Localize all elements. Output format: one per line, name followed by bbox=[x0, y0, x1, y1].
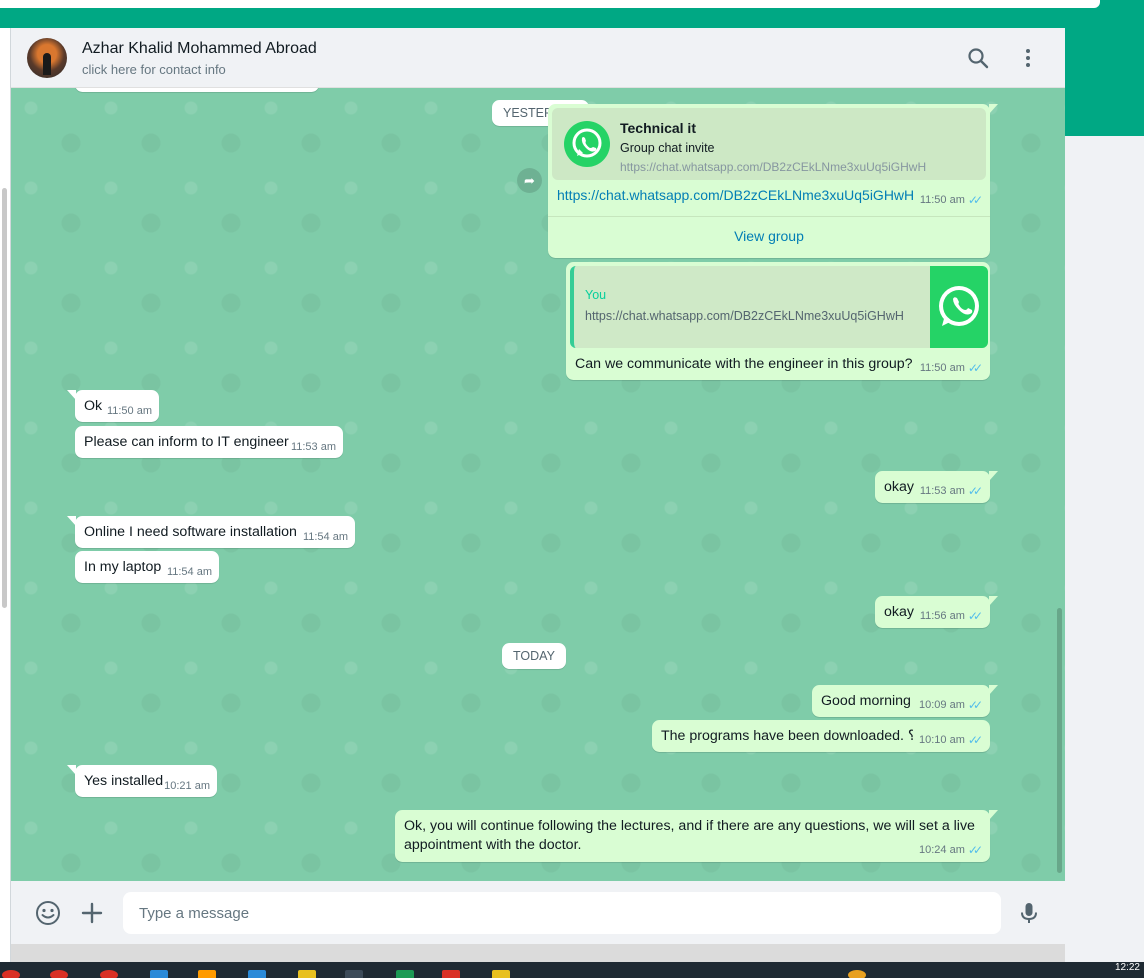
message-text: Ok bbox=[84, 398, 103, 414]
read-ticks-icon: ✓✓ bbox=[967, 698, 983, 712]
taskbar-app-icon[interactable] bbox=[248, 970, 266, 978]
message-text: Online I need software installation bbox=[84, 524, 297, 540]
taskbar-app-icon[interactable] bbox=[50, 970, 68, 978]
quoted-thumbnail bbox=[930, 266, 988, 348]
taskbar-app-icon[interactable] bbox=[848, 970, 866, 978]
read-ticks-icon: ✓✓ bbox=[967, 843, 983, 857]
contact-info-hint[interactable]: click here for contact info bbox=[82, 62, 226, 77]
message-text: Yes installed bbox=[84, 773, 164, 789]
reply-message[interactable]: You https://chat.whatsapp.com/DB2zCEkLNm… bbox=[566, 262, 990, 380]
taskbar-app-icon[interactable] bbox=[396, 970, 414, 978]
taskbar-clock[interactable]: 12:22 bbox=[1115, 962, 1140, 973]
emoji-icon[interactable] bbox=[35, 900, 61, 926]
message-meta: 10:09 am ✓✓ bbox=[919, 698, 983, 712]
taskbar-app-icon[interactable] bbox=[198, 970, 216, 978]
message-bubble[interactable]: Online I need software installation 11:5… bbox=[67, 516, 355, 548]
quoted-message[interactable]: You https://chat.whatsapp.com/DB2zCEkLNm… bbox=[570, 266, 988, 348]
invite-preview-card[interactable]: Technical it Group chat invite https://c… bbox=[552, 108, 986, 180]
message-bubble[interactable]: okay 11:53 am ✓✓ bbox=[875, 471, 998, 503]
taskbar-app-icon[interactable] bbox=[2, 970, 20, 978]
message-time: 11:50 am bbox=[919, 194, 965, 206]
right-accent-band bbox=[1065, 28, 1144, 136]
message-time: 11:54 am bbox=[166, 566, 212, 578]
message-text: In my laptop bbox=[84, 559, 162, 575]
message-time: 10:24 am bbox=[919, 844, 965, 856]
sidebar-scrollbar[interactable] bbox=[2, 188, 7, 608]
message-bubble[interactable]: okay 11:56 am ✓✓ bbox=[875, 596, 998, 628]
message-list[interactable]: YESTERDAY ➦ Technical it Group chat invi… bbox=[11, 88, 1065, 881]
taskbar-app-icon[interactable] bbox=[150, 970, 168, 978]
message-text: The programs have been downloaded. ؟ bbox=[661, 728, 913, 744]
read-ticks-icon: ✓✓ bbox=[967, 361, 983, 375]
avatar[interactable] bbox=[27, 38, 67, 78]
message-meta: 11:50 am ✓✓ bbox=[920, 193, 983, 207]
message-bubble[interactable]: The programs have been downloaded. ؟ 10:… bbox=[652, 720, 990, 752]
search-icon[interactable] bbox=[966, 46, 990, 70]
message-bubble[interactable]: Ok 11:50 am bbox=[67, 390, 159, 422]
message-time: 11:53 am bbox=[919, 485, 965, 497]
message-time: 11:56 am bbox=[919, 610, 965, 622]
message-text: okay bbox=[884, 604, 914, 620]
microphone-icon[interactable] bbox=[1016, 900, 1042, 926]
invite-subtitle: Group chat invite bbox=[620, 141, 715, 155]
taskbar-app-icon[interactable] bbox=[100, 970, 118, 978]
message-bubble[interactable]: In my laptop 11:54 am bbox=[75, 551, 219, 583]
message-bubble[interactable]: Please can inform to IT engineer 11:53 a… bbox=[75, 426, 343, 458]
message-meta: 10:10 am ✓✓ bbox=[919, 733, 983, 747]
browser-strip bbox=[0, 0, 1100, 8]
os-taskbar: 12:22 bbox=[0, 962, 1144, 978]
whatsapp-logo-icon bbox=[564, 121, 610, 167]
message-time: 10:10 am bbox=[919, 734, 965, 746]
composer-bar bbox=[11, 881, 1065, 944]
read-ticks-icon: ✓✓ bbox=[967, 193, 983, 207]
message-meta: 10:24 am ✓✓ bbox=[919, 843, 983, 857]
chat-scrollbar[interactable] bbox=[1057, 608, 1062, 873]
conversation-header[interactable]: Azhar Khalid Mohammed Abroad click here … bbox=[11, 28, 1065, 88]
message-time: 11:53 am bbox=[290, 441, 336, 453]
group-invite-message[interactable]: Technical it Group chat invite https://c… bbox=[548, 104, 998, 258]
message-text: Please can inform to IT engineer bbox=[84, 434, 289, 450]
message-text-line2: appointment with the doctor. bbox=[404, 837, 582, 853]
quoted-author: You bbox=[585, 288, 607, 302]
message-time: 11:54 am bbox=[302, 531, 348, 543]
message-time: 10:09 am bbox=[919, 699, 965, 711]
taskbar-app-icon[interactable] bbox=[298, 970, 316, 978]
taskbar-app-icon[interactable] bbox=[345, 970, 363, 978]
contact-name[interactable]: Azhar Khalid Mohammed Abroad bbox=[82, 40, 317, 58]
message-input-box[interactable] bbox=[123, 892, 1001, 934]
read-ticks-icon: ✓✓ bbox=[967, 484, 983, 498]
top-accent-band bbox=[0, 0, 1144, 28]
message-text: Good morning bbox=[821, 693, 911, 709]
message-time: 10:21 am bbox=[164, 780, 210, 792]
read-ticks-icon: ✓✓ bbox=[967, 609, 983, 623]
taskbar-app-icon[interactable] bbox=[492, 970, 510, 978]
message-meta: 11:50 am ✓✓ bbox=[920, 361, 983, 375]
message-bubble-partial bbox=[75, 88, 319, 92]
menu-icon[interactable] bbox=[1016, 46, 1040, 70]
message-bubble[interactable]: Good morning 10:09 am ✓✓ bbox=[812, 685, 998, 717]
message-meta: 11:56 am ✓✓ bbox=[920, 609, 983, 623]
message-time: 11:50 am bbox=[106, 405, 152, 417]
message-bubble[interactable]: Yes installed 10:21 am bbox=[67, 765, 217, 797]
quoted-text: https://chat.whatsapp.com/DB2zCEkLNme3xu… bbox=[585, 309, 904, 323]
message-time: 11:50 am bbox=[919, 362, 965, 374]
message-text: okay bbox=[884, 479, 914, 495]
invite-link[interactable]: https://chat.whatsapp.com/DB2zCEkLNme3xu… bbox=[557, 187, 914, 203]
left-sidebar-edge bbox=[0, 28, 11, 962]
view-group-button[interactable]: View group bbox=[548, 228, 990, 244]
taskbar-app-icon[interactable] bbox=[442, 970, 460, 978]
date-divider-today: TODAY bbox=[502, 643, 566, 669]
right-side-panel bbox=[1065, 136, 1144, 962]
read-ticks-icon: ✓✓ bbox=[967, 733, 983, 747]
message-bubble[interactable]: Ok, you will continue following the lect… bbox=[395, 810, 998, 862]
message-input[interactable] bbox=[123, 892, 1001, 934]
invite-group-name: Technical it bbox=[620, 120, 696, 136]
message-text: Ok, you will continue following the lect… bbox=[404, 818, 975, 834]
attach-plus-icon[interactable] bbox=[79, 900, 105, 926]
conversation-panel: Azhar Khalid Mohammed Abroad click here … bbox=[11, 28, 1065, 944]
message-meta: 11:53 am ✓✓ bbox=[920, 484, 983, 498]
message-text: Can we communicate with the engineer in … bbox=[575, 356, 913, 372]
invite-link-preview: https://chat.whatsapp.com/DB2zCEkLNme3xu… bbox=[620, 160, 927, 174]
forward-icon[interactable]: ➦ bbox=[517, 168, 542, 193]
